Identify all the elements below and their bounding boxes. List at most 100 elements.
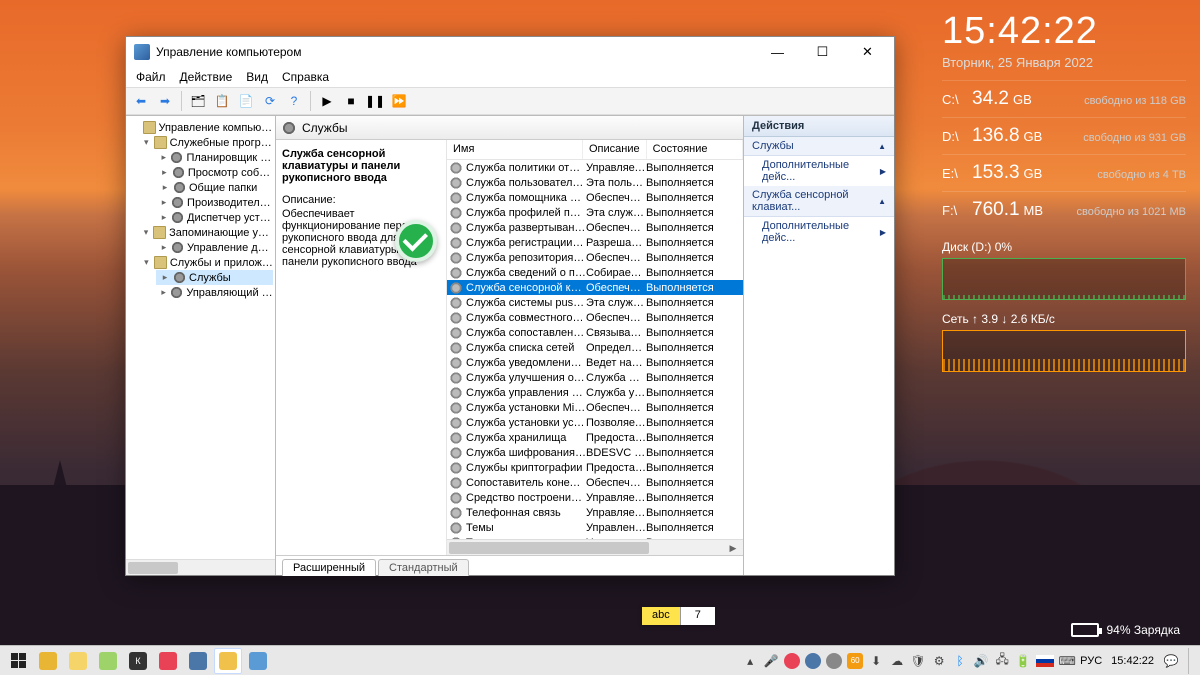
service-row[interactable]: Сопоставитель конечных т...Обеспечив...В…: [447, 475, 743, 490]
taskbar-app-6[interactable]: [184, 648, 212, 674]
service-row[interactable]: Служба развертывания Ap...Обеспечив...Вы…: [447, 220, 743, 235]
tree-services-apps[interactable]: ▾Службы и приложения: [138, 255, 273, 270]
tray-language[interactable]: РУС: [1080, 655, 1102, 667]
tray-network-icon[interactable]: 🖧: [994, 653, 1010, 669]
show-desktop-button[interactable]: [1188, 648, 1194, 674]
tray-volume-icon[interactable]: 🔊: [973, 653, 989, 669]
tray-app-icon-3[interactable]: [826, 653, 842, 669]
tab-extended[interactable]: Расширенный: [282, 559, 376, 576]
tree-item[interactable]: ▸Службы: [156, 270, 273, 285]
service-row[interactable]: Служба пользователя плат...Эта пользо...…: [447, 175, 743, 190]
taskbar-app-5[interactable]: [154, 648, 182, 674]
taskbar[interactable]: К ▴ 🎤 60 ⬇ ☁ 🛡 ⚙ ᛒ 🔊 🖧 🔋 ⌨ РУС 15:42:22 …: [0, 645, 1200, 675]
maximize-button[interactable]: ☐: [800, 40, 845, 64]
service-row[interactable]: Телефонная связьУправляет...Выполняется: [447, 505, 743, 520]
taskbar-app-1[interactable]: [34, 648, 62, 674]
tray-app-icon-5[interactable]: ⬇: [868, 653, 884, 669]
service-row[interactable]: Служба установки Microsof...Обеспечив...…: [447, 400, 743, 415]
menu-help[interactable]: Справка: [282, 70, 329, 84]
minimize-button[interactable]: —: [755, 40, 800, 64]
nav-forward-button[interactable]: ➡: [154, 90, 176, 112]
actions-more-1[interactable]: Дополнительные дейс...▶: [744, 156, 894, 186]
service-row[interactable]: Служба улучшения отобра...Служба дл...Вы…: [447, 370, 743, 385]
column-headers[interactable]: Имя Описание Состояние: [447, 140, 743, 160]
tray-app-icon-2[interactable]: [805, 653, 821, 669]
tree-root[interactable]: Управление компьютером (лс: [128, 120, 273, 135]
menu-view[interactable]: Вид: [246, 70, 268, 84]
col-state[interactable]: Состояние: [647, 140, 743, 159]
tray-battery-icon[interactable]: 🔋: [1015, 653, 1031, 669]
tray-app-icon-8[interactable]: ⚙: [931, 653, 947, 669]
service-row[interactable]: Служба списка сетейОпределяе...Выполняет…: [447, 340, 743, 355]
tree-storage[interactable]: ▾Запоминающие устройст: [138, 225, 273, 240]
start-service-button[interactable]: ▶: [316, 90, 338, 112]
tray-app-icon-6[interactable]: ☁: [889, 653, 905, 669]
col-name[interactable]: Имя: [447, 140, 583, 159]
taskbar-app-4[interactable]: К: [124, 648, 152, 674]
tray-flag-icon[interactable]: [1036, 655, 1054, 667]
tree-item[interactable]: ▸Управляющий элемент: [156, 285, 273, 300]
actions-more-2[interactable]: Дополнительные дейс...▶: [744, 217, 894, 247]
tree-item[interactable]: ▸Общие папки: [156, 180, 273, 195]
tray-clock[interactable]: 15:42:22: [1107, 655, 1158, 667]
service-row[interactable]: Служба политики отображ...Управляет...Вы…: [447, 160, 743, 175]
stop-service-button[interactable]: ■: [340, 90, 362, 112]
service-row[interactable]: Служба установки устройствПозволяет ...В…: [447, 415, 743, 430]
properties-button[interactable]: 📋: [211, 90, 233, 112]
show-hide-tree-button[interactable]: 🗂: [187, 90, 209, 112]
tray-mic-icon[interactable]: 🎤: [763, 653, 779, 669]
service-row[interactable]: Служба репозитория состо...Обеспечив...В…: [447, 250, 743, 265]
service-row[interactable]: Служба совместного досту...Обеспечив...В…: [447, 310, 743, 325]
tab-standard[interactable]: Стандартный: [378, 559, 469, 576]
tree-item[interactable]: ▸Планировщик заданий: [156, 150, 273, 165]
input-mode-indicator[interactable]: abc 7: [642, 607, 715, 625]
close-button[interactable]: ✕: [845, 40, 890, 64]
actions-section-selected[interactable]: Служба сенсорной клавиат...▲: [744, 186, 894, 217]
nav-back-button[interactable]: ⬅: [130, 90, 152, 112]
pause-service-button[interactable]: ❚❚: [364, 90, 386, 112]
system-tray[interactable]: ▴ 🎤 60 ⬇ ☁ 🛡 ⚙ ᛒ 🔊 🖧 🔋 ⌨ РУС 15:42:22 💬: [742, 648, 1196, 674]
navigation-tree[interactable]: Управление компьютером (лс ▾Служебные пр…: [126, 116, 276, 575]
tray-keyboard-icon[interactable]: ⌨: [1059, 653, 1075, 669]
tree-system-tools[interactable]: ▾Служебные программы: [138, 135, 273, 150]
col-description[interactable]: Описание: [583, 140, 647, 159]
service-row[interactable]: Служба сенсорной клавиат...Обеспечив...В…: [447, 280, 743, 295]
help-button[interactable]: ?: [283, 90, 305, 112]
service-row[interactable]: Средство построения коне...Управляет...В…: [447, 490, 743, 505]
service-row[interactable]: Служба хранилищаПредостав...Выполняется: [447, 430, 743, 445]
service-row[interactable]: ТемыУправлени...Выполняется: [447, 520, 743, 535]
titlebar[interactable]: Управление компьютером — ☐ ✕: [126, 37, 894, 67]
tree-item[interactable]: ▸Управление дисками: [156, 240, 273, 255]
service-row[interactable]: Службы криптографииПредостав...Выполняет…: [447, 460, 743, 475]
tray-overflow-icon[interactable]: ▴: [742, 653, 758, 669]
tree-item[interactable]: ▸Просмотр событий: [156, 165, 273, 180]
tray-app-icon-4[interactable]: 60: [847, 653, 863, 669]
restart-service-button[interactable]: ⏩: [388, 90, 410, 112]
service-row[interactable]: Служба регистрации ошиб...Разрешает ...В…: [447, 235, 743, 250]
tray-app-icon-7[interactable]: 🛡: [910, 653, 926, 669]
tree-item[interactable]: ▸Производительность: [156, 195, 273, 210]
menu-file[interactable]: Файл: [136, 70, 166, 84]
start-button[interactable]: [4, 648, 32, 674]
services-list[interactable]: Служба политики отображ...Управляет...Вы…: [447, 160, 743, 539]
export-button[interactable]: 📄: [235, 90, 257, 112]
tray-action-center-icon[interactable]: 💬: [1163, 653, 1179, 669]
taskbar-app-7[interactable]: [244, 648, 272, 674]
service-row[interactable]: Служба сопоставления уст...Связывани...В…: [447, 325, 743, 340]
list-hscrollbar[interactable]: ▶: [447, 539, 743, 555]
service-row[interactable]: Служба сведений о подкл...Собирает ...Вы…: [447, 265, 743, 280]
tree-item[interactable]: ▸Диспетчер устройств: [156, 210, 273, 225]
service-row[interactable]: Служба шифрования диско...BDESVC пр...Вы…: [447, 445, 743, 460]
menu-action[interactable]: Действие: [180, 70, 233, 84]
taskbar-app-2[interactable]: [64, 648, 92, 674]
tray-app-icon-1[interactable]: [784, 653, 800, 669]
taskbar-app-active[interactable]: [214, 648, 242, 674]
tree-hscrollbar[interactable]: [126, 559, 275, 575]
service-row[interactable]: Служба уведомления о сис...Ведет набл...…: [447, 355, 743, 370]
service-row[interactable]: Служба помощника по сов...Обеспечив...Вы…: [447, 190, 743, 205]
taskbar-app-3[interactable]: [94, 648, 122, 674]
service-row[interactable]: Служба системы push-увед...Эта служба...…: [447, 295, 743, 310]
tray-bluetooth-icon[interactable]: ᛒ: [952, 653, 968, 669]
service-row[interactable]: Служба профилей пользов...Эта служба...В…: [447, 205, 743, 220]
actions-section-services[interactable]: Службы▲: [744, 137, 894, 156]
